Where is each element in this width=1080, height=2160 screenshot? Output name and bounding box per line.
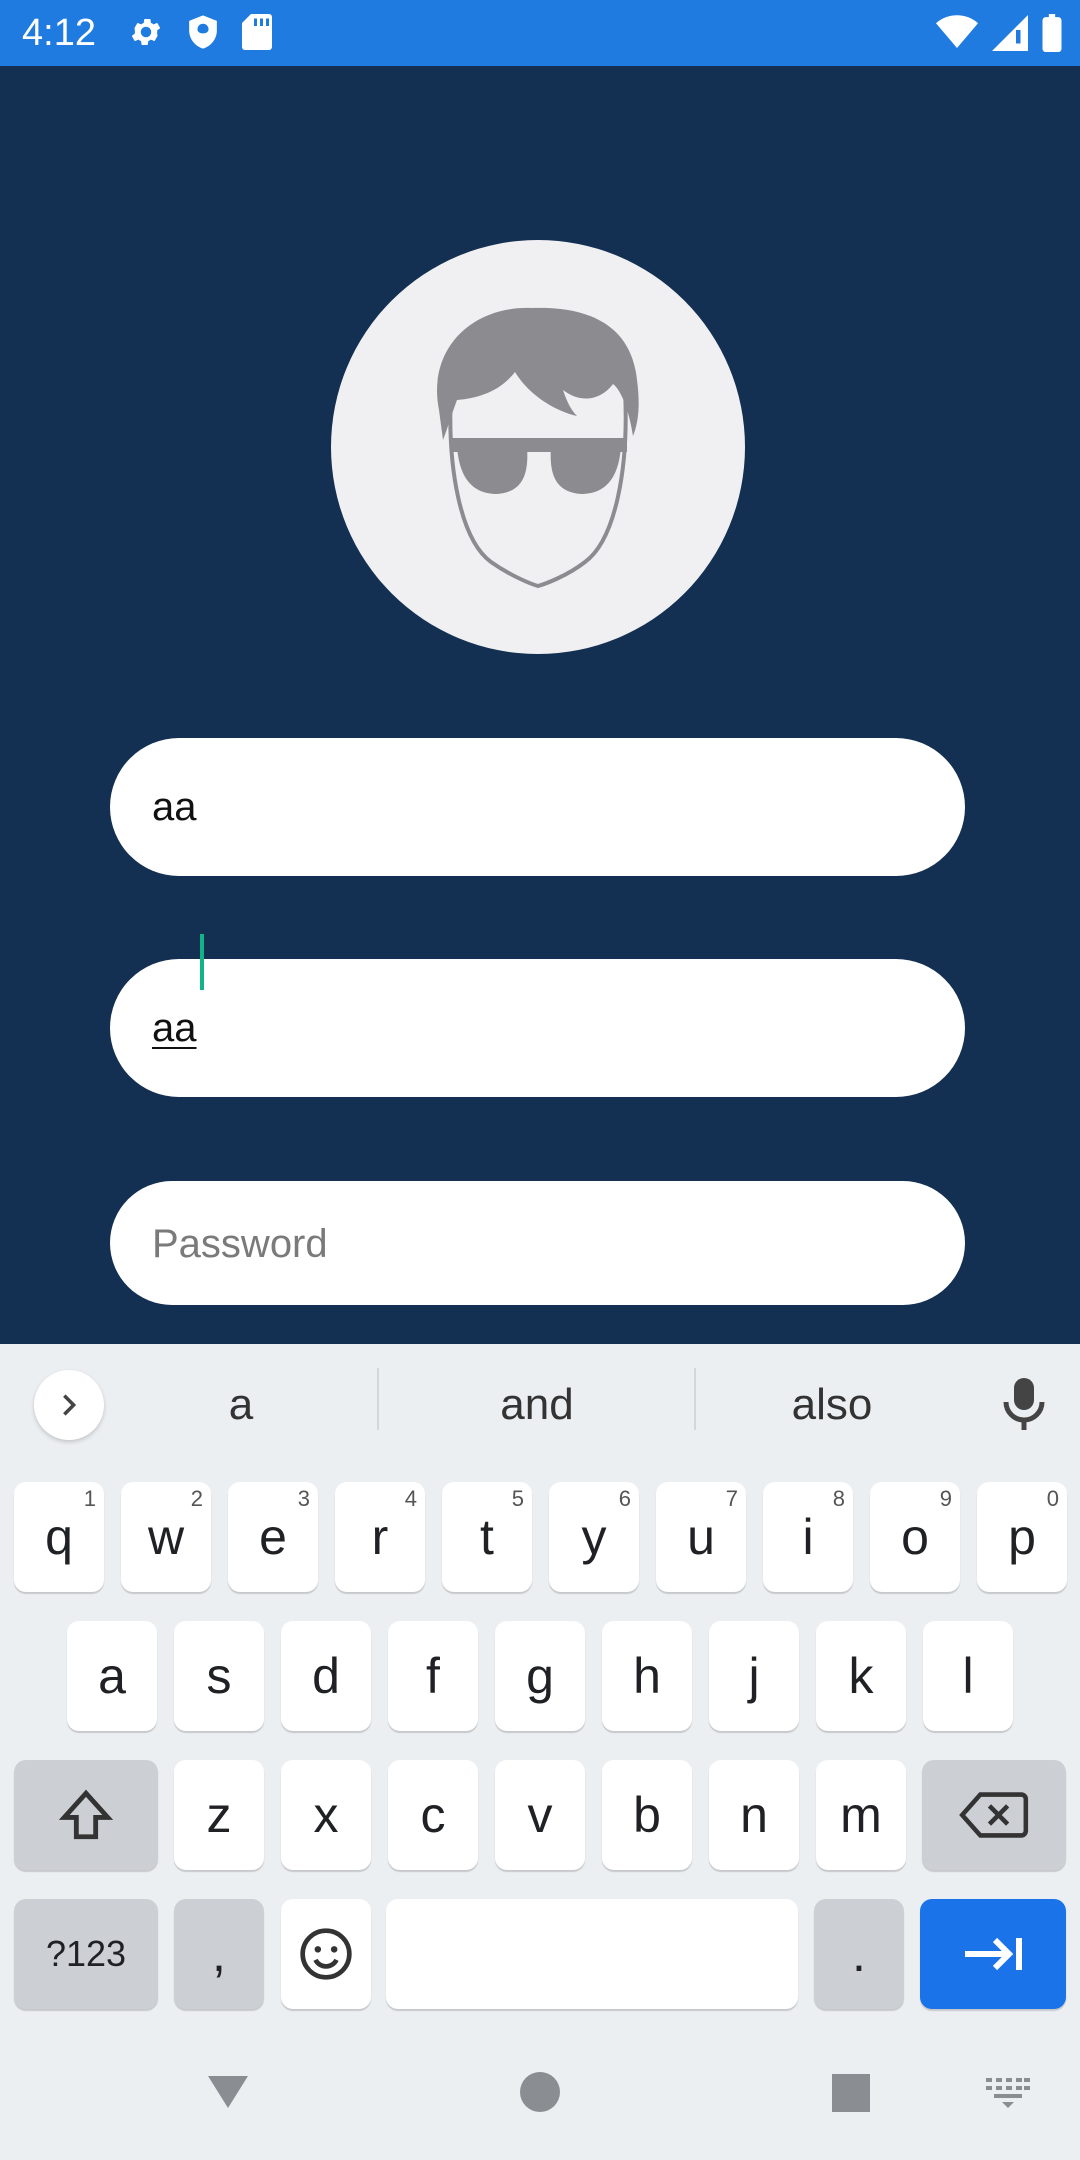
- period-key[interactable]: .: [814, 1899, 904, 2009]
- key-e[interactable]: e3: [228, 1482, 318, 1592]
- status-time: 4:12: [22, 12, 96, 54]
- comma-key[interactable]: ,: [174, 1899, 264, 2009]
- key-i[interactable]: i8: [763, 1482, 853, 1592]
- suggestion-2[interactable]: and: [437, 1380, 637, 1430]
- suggestion-1[interactable]: a: [141, 1380, 341, 1430]
- key-x[interactable]: x: [281, 1760, 371, 1870]
- key-y[interactable]: y6: [549, 1482, 639, 1592]
- navigation-bar: [0, 2028, 1080, 2160]
- shield-icon: [186, 14, 220, 50]
- key-h[interactable]: h: [602, 1621, 692, 1731]
- keyboard-expand-button[interactable]: [34, 1370, 104, 1440]
- suggestion-divider: [694, 1368, 696, 1430]
- wifi-icon: [936, 15, 978, 51]
- login-screen: aa aa Password: [0, 66, 1080, 1344]
- key-u[interactable]: u7: [656, 1482, 746, 1592]
- suggestion-divider: [377, 1368, 379, 1430]
- text-input-focused[interactable]: aa: [110, 959, 965, 1097]
- key-w[interactable]: w2: [121, 1482, 211, 1592]
- status-right-icons: [936, 14, 1062, 52]
- soft-keyboard: a and also q1 w2 e3 r4 t5 y6 u7 i8 o9 p0…: [0, 1344, 1080, 2028]
- settings-gear-icon: [128, 14, 164, 50]
- recents-button[interactable]: [832, 2074, 870, 2112]
- status-left-icons: [128, 14, 272, 50]
- password-placeholder: Password: [152, 1222, 328, 1266]
- key-n[interactable]: n: [709, 1760, 799, 1870]
- microphone-icon[interactable]: [1000, 1376, 1048, 1437]
- key-g[interactable]: g: [495, 1621, 585, 1731]
- key-z[interactable]: z: [174, 1760, 264, 1870]
- space-key[interactable]: [386, 1899, 798, 2009]
- key-c[interactable]: c: [388, 1760, 478, 1870]
- chevron-right-icon: [63, 1394, 77, 1416]
- text-cursor: [200, 934, 204, 990]
- key-d[interactable]: d: [281, 1621, 371, 1731]
- shift-arrow-icon: [58, 1789, 114, 1840]
- key-b[interactable]: b: [602, 1760, 692, 1870]
- next-key[interactable]: [920, 1899, 1066, 2009]
- username-input[interactable]: aa: [110, 738, 965, 876]
- suggestion-bar: a and also: [0, 1344, 1080, 1464]
- backspace-icon: [959, 1792, 1029, 1838]
- key-f[interactable]: f: [388, 1621, 478, 1731]
- status-bar: 4:12: [0, 0, 1080, 66]
- key-v[interactable]: v: [495, 1760, 585, 1870]
- key-k[interactable]: k: [816, 1621, 906, 1731]
- cell-signal-icon: [992, 15, 1028, 51]
- person-with-sunglasses-icon: [437, 307, 639, 589]
- suggestion-3[interactable]: also: [732, 1380, 932, 1430]
- text-input-value: aa: [152, 1006, 197, 1050]
- key-s[interactable]: s: [174, 1621, 264, 1731]
- key-j[interactable]: j: [709, 1621, 799, 1731]
- password-input[interactable]: Password: [110, 1181, 965, 1305]
- sd-card-icon: [242, 14, 272, 50]
- keyboard-switch-icon[interactable]: [986, 2078, 1030, 2113]
- key-p[interactable]: p0: [977, 1482, 1067, 1592]
- key-m[interactable]: m: [816, 1760, 906, 1870]
- home-button[interactable]: [520, 2072, 560, 2112]
- key-l[interactable]: l: [923, 1621, 1013, 1731]
- backspace-key[interactable]: [922, 1760, 1066, 1870]
- next-arrow-icon: [965, 1937, 1022, 1971]
- key-r[interactable]: r4: [335, 1482, 425, 1592]
- symbols-key[interactable]: ?123: [14, 1899, 158, 2009]
- avatar: [331, 240, 745, 654]
- shift-key[interactable]: [14, 1760, 158, 1870]
- smiley-icon: [300, 1928, 352, 1980]
- battery-icon: [1042, 14, 1062, 52]
- back-triangle-icon[interactable]: [208, 2072, 248, 2117]
- emoji-key[interactable]: [281, 1899, 371, 2009]
- key-q[interactable]: q1: [14, 1482, 104, 1592]
- key-a[interactable]: a: [67, 1621, 157, 1731]
- key-o[interactable]: o9: [870, 1482, 960, 1592]
- username-value: aa: [152, 785, 197, 829]
- key-t[interactable]: t5: [442, 1482, 532, 1592]
